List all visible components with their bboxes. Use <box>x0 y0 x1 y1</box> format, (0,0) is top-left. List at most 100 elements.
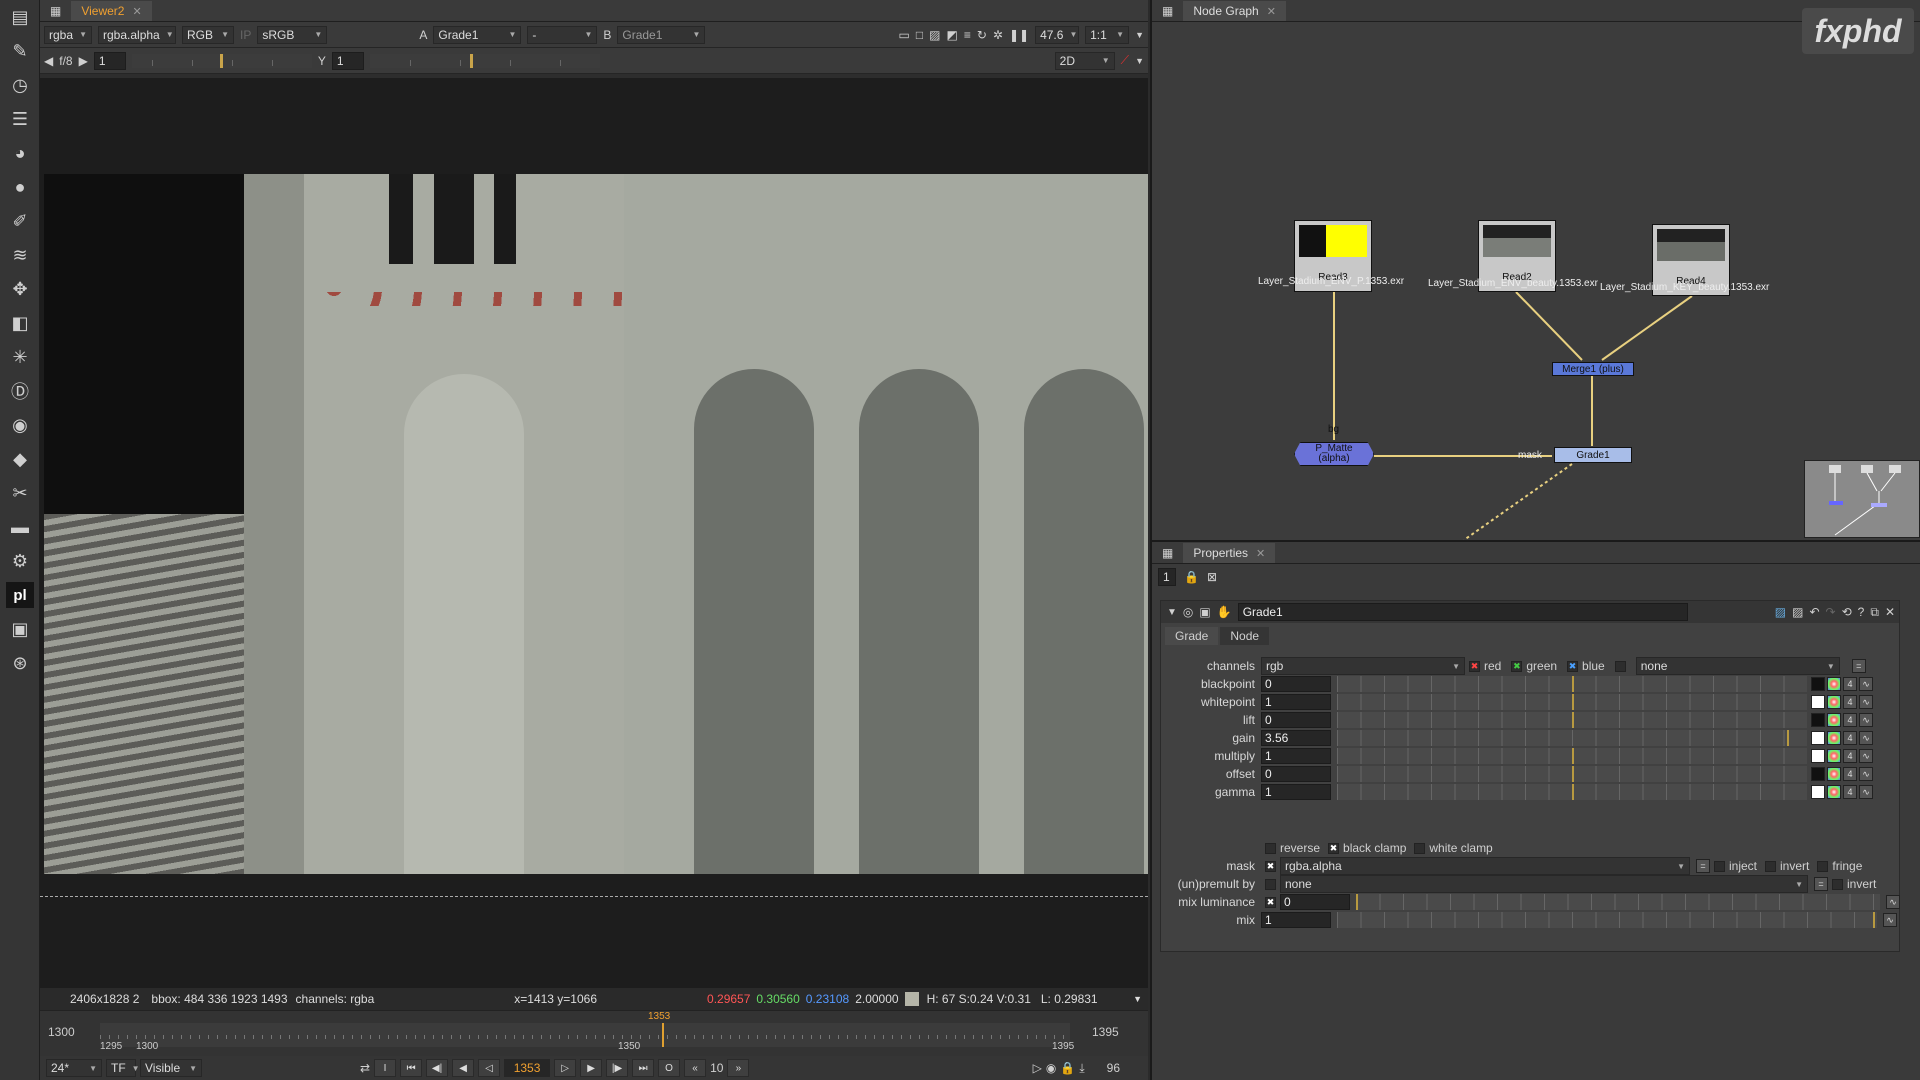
color-swatch-icon[interactable] <box>1811 731 1825 745</box>
guides-icon[interactable]: ≡ <box>964 28 971 42</box>
next-keyframe-button[interactable]: |▶ <box>606 1059 629 1077</box>
tab-viewer2[interactable]: Viewer2 ✕ <box>71 1 152 21</box>
color-tool-icon[interactable]: ◕ <box>0 136 40 170</box>
plugins-tool-icon[interactable]: ⚙ <box>0 544 40 578</box>
color-swatch-icon[interactable] <box>1811 785 1825 799</box>
premult-dropdown[interactable]: none ▼ <box>1280 875 1808 893</box>
mix-input[interactable]: 1 <box>1261 912 1331 928</box>
in-point-button[interactable]: I <box>374 1059 397 1077</box>
display-mode-select[interactable]: RGB ▼ <box>182 25 234 44</box>
blackpoint-slider-handle[interactable] <box>1572 676 1574 692</box>
undo-icon[interactable]: ↶ <box>1809 605 1819 619</box>
reverse-checkbox[interactable] <box>1265 842 1276 854</box>
out-point-button[interactable]: O <box>658 1059 681 1077</box>
color-wheel-icon[interactable] <box>1827 767 1841 781</box>
frame-range-select[interactable]: Visible ▼ <box>140 1059 202 1077</box>
deep-tool-icon[interactable]: Ⓓ <box>0 374 40 408</box>
lock-panels-icon[interactable]: 🔒 <box>1184 570 1199 584</box>
tab-grade[interactable]: Grade <box>1165 627 1219 645</box>
grade1-node[interactable]: Grade1 <box>1554 447 1632 463</box>
curve-icon[interactable]: ∿ <box>1883 913 1897 927</box>
timeline-playhead[interactable] <box>662 1023 664 1047</box>
image-tool-icon[interactable]: ▤ <box>0 0 40 34</box>
multiply-input[interactable]: 1 <box>1261 748 1331 764</box>
curve-icon[interactable]: ∿ <box>1859 767 1873 781</box>
curve-icon[interactable]: ∿ <box>1859 695 1873 709</box>
gamma-input[interactable]: 1 <box>331 51 364 70</box>
settings-icon[interactable]: ✲ <box>993 28 1003 42</box>
input-b-select[interactable]: Grade1 ▼ <box>617 25 706 44</box>
color-swatch-icon[interactable] <box>1811 695 1825 709</box>
color-wheel-icon[interactable] <box>1827 731 1841 745</box>
split-channels-icon[interactable]: 4 <box>1843 749 1857 763</box>
inject-checkbox[interactable] <box>1714 860 1725 872</box>
mix-luminance-slider[interactable] <box>1356 894 1880 910</box>
alpha-channel-dropdown[interactable]: none ▼ <box>1635 657 1840 675</box>
redo-icon[interactable]: ↷ <box>1826 605 1836 619</box>
step-forward-button[interactable]: » <box>727 1059 750 1077</box>
color-swatch-icon[interactable] <box>1811 749 1825 763</box>
play-forward-button[interactable]: ▷ <box>554 1059 577 1077</box>
step-back-button[interactable]: « <box>684 1059 707 1077</box>
split-channels-icon[interactable]: 4 <box>1843 677 1857 691</box>
offset-input[interactable]: 0 <box>1261 766 1331 782</box>
transform-tool-icon[interactable]: ✥ <box>0 272 40 306</box>
curve-icon[interactable]: ∿ <box>1886 895 1900 909</box>
zoom-select[interactable]: 47.6 ▼ <box>1035 25 1080 44</box>
split-channels-icon[interactable]: 4 <box>1843 695 1857 709</box>
re-vision-plugin-icon[interactable]: ▣ <box>0 612 40 646</box>
split-channels-icon[interactable]: 4 <box>1843 713 1857 727</box>
help-icon[interactable]: ? <box>1858 605 1865 619</box>
prev-keyframe-button[interactable]: ◀| <box>426 1059 449 1077</box>
fstop-up-icon[interactable]: ▶ <box>79 54 88 68</box>
out-frame[interactable]: 1395 <box>1092 1025 1119 1039</box>
3d-tool-icon[interactable]: ◧ <box>0 306 40 340</box>
gain-input[interactable]: 1 <box>93 51 126 70</box>
curve-icon[interactable]: ∿ <box>1859 749 1873 763</box>
increment-value[interactable]: 10 <box>710 1061 723 1075</box>
curve-icon[interactable]: ∿ <box>1859 785 1873 799</box>
first-frame-button[interactable]: ⏮ <box>400 1059 423 1077</box>
mix-luminance-slider-handle[interactable] <box>1356 894 1358 910</box>
whitepoint-slider[interactable] <box>1337 694 1807 710</box>
expand-icon[interactable]: ▼ <box>1133 994 1142 1004</box>
center-node-icon[interactable]: ◎ <box>1183 605 1193 619</box>
curve-icon[interactable]: ∿ <box>1859 713 1873 727</box>
render-icon[interactable]: ⤓ <box>1079 1061 1084 1076</box>
draw-tool-icon[interactable]: ✎ <box>0 34 40 68</box>
blackpoint-input[interactable]: 0 <box>1261 676 1331 692</box>
current-frame-input[interactable]: 1353 <box>504 1059 551 1077</box>
tab-properties[interactable]: Properties ✕ <box>1183 543 1276 563</box>
metadata-tool-icon[interactable]: ◆ <box>0 442 40 476</box>
roi-icon[interactable]: ▭ <box>899 28 910 42</box>
last-frame-button[interactable]: ⏭ <box>632 1059 655 1077</box>
clipping-icon[interactable]: ▨ <box>929 28 940 42</box>
refresh-icon[interactable]: ↻ <box>977 28 987 42</box>
channels-menu-icon[interactable]: = <box>1851 659 1866 673</box>
revert-icon[interactable]: ⟲ <box>1842 605 1852 619</box>
colorspace-select[interactable]: sRGB ▼ <box>257 25 328 44</box>
wipe-mode-select[interactable]: - ▼ <box>527 25 598 44</box>
misc-plugin-icon[interactable]: ⊛ <box>0 646 40 680</box>
color-panel-icon[interactable]: ▨ <box>1775 605 1786 619</box>
gain-input[interactable]: 3.56 <box>1261 730 1331 746</box>
multiply-slider-handle[interactable] <box>1572 748 1574 764</box>
color-wheel-icon[interactable] <box>1827 749 1841 763</box>
mix-luminance-checkbox[interactable]: ✖ <box>1265 896 1276 908</box>
in-frame[interactable]: 1300 <box>48 1025 75 1039</box>
record-icon[interactable]: ◉ <box>1046 1061 1056 1075</box>
expand-icon[interactable]: ▼ <box>1135 30 1144 40</box>
close-icon[interactable]: ✕ <box>132 5 141 18</box>
gain-slider-handle[interactable] <box>1787 730 1789 746</box>
channels-select[interactable]: rgba ▼ <box>44 25 92 44</box>
whitepoint-slider-handle[interactable] <box>1572 694 1574 710</box>
particles-tool-icon[interactable]: ✳ <box>0 340 40 374</box>
lift-input[interactable]: 0 <box>1261 712 1331 728</box>
white-clamp-checkbox[interactable] <box>1414 842 1426 854</box>
views-tool-icon[interactable]: ◉ <box>0 408 40 442</box>
premult-menu-icon[interactable]: = <box>1814 877 1828 891</box>
alpha-checkbox[interactable] <box>1614 660 1626 672</box>
filter-tool-icon[interactable]: ● <box>0 170 40 204</box>
play-backward-button[interactable]: ◁ <box>478 1059 501 1077</box>
mask-checkbox[interactable]: ✖ <box>1265 860 1276 872</box>
